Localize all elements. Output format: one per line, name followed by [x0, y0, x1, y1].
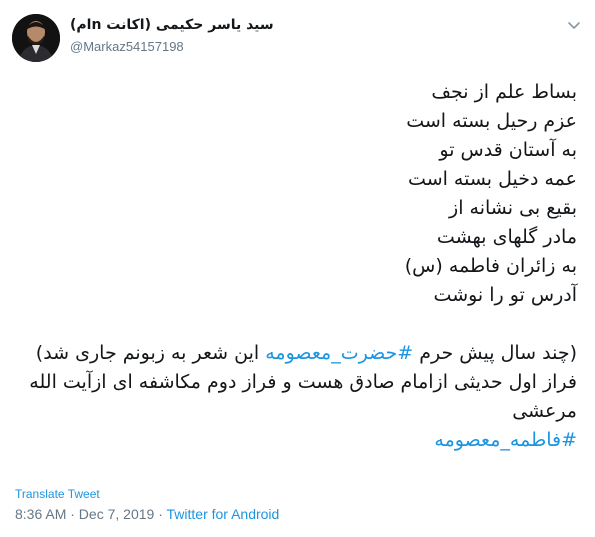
avatar[interactable]: [12, 14, 60, 62]
poem-line: عمه دخیل بسته است: [408, 168, 577, 190]
poem-line: بقیع بی نشانه از: [449, 197, 577, 219]
hashtag-link[interactable]: #فاطمه_معصومه: [434, 429, 577, 451]
display-name[interactable]: سید یاسر حکیمی (اکانت nام): [70, 17, 274, 33]
poem-line: عزم رحیل بسته است: [406, 110, 577, 132]
tweet-meta: 8:36 AM · Dec 7, 2019 · Twitter for Andr…: [15, 506, 279, 522]
poem-line: به آستان قدس تو: [439, 139, 577, 161]
chevron-down-icon[interactable]: [566, 17, 582, 33]
poem-line: بساط علم از نجف: [431, 81, 577, 103]
note-prefix: (چند سال پیش حرم: [413, 342, 577, 364]
note-line: فراز اول حدیثی ازامام صادق هست و فراز دو…: [29, 371, 577, 393]
poem-line: به زائران فاطمه (س): [404, 255, 577, 277]
timestamp[interactable]: 8:36 AM · Dec 7, 2019 ·: [15, 506, 167, 522]
tweet: سید یاسر حکیمی (اکانت nام) @Markaz541571…: [0, 0, 595, 537]
translate-tweet-link[interactable]: Translate Tweet: [15, 487, 100, 501]
hashtag-line: #فاطمه_معصومه: [12, 426, 577, 455]
avatar-image: [12, 14, 60, 62]
tweet-text: بساط علم از نجف عزم رحیل بسته است به آست…: [12, 78, 577, 455]
poem-line: آدرس تو را نوشت: [433, 284, 577, 306]
note-line: (چند سال پیش حرم #حضرت_معصومه این شعر به…: [12, 339, 577, 368]
username[interactable]: @Markaz54157198: [70, 39, 184, 54]
note-line: مرعشی: [512, 400, 577, 422]
hashtag-link[interactable]: #حضرت_معصومه: [265, 342, 413, 364]
paragraph-break: [12, 310, 577, 339]
poem-line: مادر گلهای بهشت: [436, 226, 577, 248]
note-suffix: این شعر به زبونم جاری شد): [35, 342, 266, 364]
source-link[interactable]: Twitter for Android: [167, 506, 280, 522]
